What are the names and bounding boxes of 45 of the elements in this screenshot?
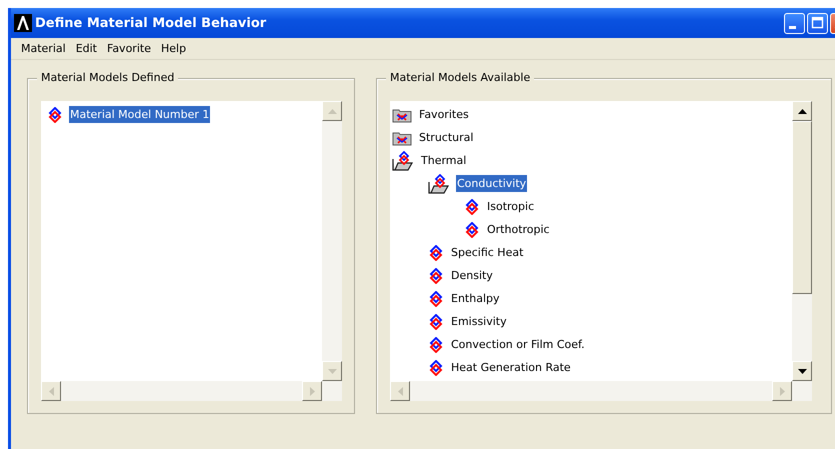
maximize-button[interactable]: [807, 12, 828, 34]
tree-item[interactable]: Conductivity: [456, 175, 528, 192]
tree-item[interactable]: Structural: [418, 129, 474, 146]
down-arrow-icon: [798, 368, 806, 374]
diamond-icon: [428, 268, 444, 284]
diamond-icon: [428, 336, 444, 352]
up-arrow-icon: [798, 108, 806, 114]
horizontal-scrollbar[interactable]: [41, 381, 342, 401]
menu-item[interactable]: Favorite: [102, 41, 156, 56]
diamond-icon: [428, 244, 444, 260]
tree-item[interactable]: Isotropic: [486, 198, 536, 215]
down-arrow-icon: [328, 368, 336, 374]
tree-item[interactable]: Specific Heat: [450, 244, 524, 261]
tree-item[interactable]: Orthotropic: [486, 221, 551, 238]
tree-item[interactable]: Density: [450, 267, 494, 284]
horizontal-scrollbar[interactable]: [390, 381, 812, 401]
right-arrow-icon: [310, 386, 314, 396]
app-logo-icon: [14, 14, 32, 32]
tree-item[interactable]: Heat Generation Rate: [450, 359, 572, 376]
minimize-icon: [789, 26, 796, 28]
left-arrow-icon: [48, 386, 54, 396]
menu-item[interactable]: Material: [16, 41, 71, 56]
right-arrow-icon: [780, 386, 784, 396]
menu-item[interactable]: Help: [156, 41, 192, 56]
diamond-icon: [428, 360, 444, 376]
list-item[interactable]: Material Model Number 1: [69, 106, 210, 123]
window-title: Define Material Model Behavior: [35, 16, 268, 30]
vertical-scrollbar[interactable]: [322, 101, 342, 381]
tree-item[interactable]: Enthalpy: [450, 290, 500, 307]
diamond-icon: [428, 290, 444, 306]
tree-item[interactable]: Thermal: [420, 152, 468, 169]
diamond-icon: [47, 106, 63, 122]
tree-item[interactable]: Convection or Film Coef.: [450, 336, 586, 353]
tree-item[interactable]: Favorites: [418, 106, 470, 123]
diamond-icon: [428, 314, 444, 330]
vertical-scrollbar[interactable]: [792, 101, 812, 381]
group-title: Material Models Available: [386, 71, 534, 84]
minimize-button[interactable]: [784, 12, 805, 34]
tree-item[interactable]: Emissivity: [450, 313, 508, 330]
left-arrow-icon: [398, 386, 402, 396]
group-title: Material Models Defined: [37, 71, 178, 84]
menu-item[interactable]: Edit: [70, 41, 102, 56]
diamond-icon: [464, 222, 480, 238]
diamond-icon: [464, 198, 480, 214]
up-arrow-icon: [328, 108, 336, 114]
